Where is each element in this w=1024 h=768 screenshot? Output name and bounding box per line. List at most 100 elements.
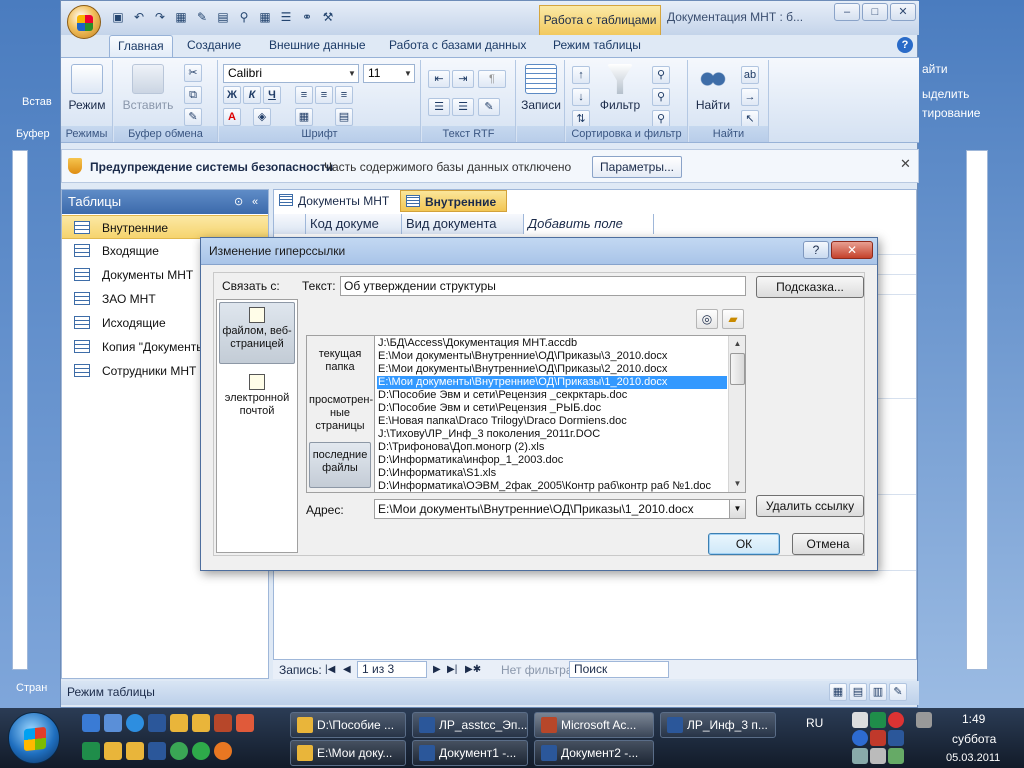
media-icon[interactable] <box>192 742 210 760</box>
list-item[interactable]: D:\Информатика\ОЭВМ_2фак_2005\Контр раб\… <box>377 480 727 492</box>
design-view-icon[interactable]: ✎ <box>889 683 907 701</box>
doc-tab-vnutrennie[interactable]: Внутренние <box>400 190 508 212</box>
italic-button[interactable]: К <box>243 86 261 104</box>
list-icon[interactable]: ☰ <box>277 8 295 26</box>
font-size-field[interactable]: 11 ▼ <box>363 64 415 83</box>
list-item[interactable]: E:\Мои документы\Внутренние\ОД\Приказы\2… <box>377 363 727 376</box>
tools-icon[interactable]: ⚒ <box>319 8 337 26</box>
tray-icon[interactable] <box>870 712 886 728</box>
maximize-button[interactable]: □ <box>862 3 888 21</box>
network-icon[interactable] <box>888 748 904 764</box>
bold-button[interactable]: Ж <box>223 86 241 104</box>
office-button[interactable] <box>67 5 101 39</box>
ok-button[interactable]: ОК <box>708 533 780 555</box>
chevron-down-icon[interactable]: ⊙ <box>234 190 243 214</box>
tray-icon[interactable] <box>852 730 868 746</box>
grid-icon[interactable]: ▦ <box>256 8 274 26</box>
sort-descending-icon[interactable]: ↓ <box>572 88 590 106</box>
tab-create[interactable]: Создание <box>179 35 249 57</box>
cut-icon[interactable]: ✂ <box>184 64 202 82</box>
list-item[interactable]: E:\Мои документы\Внутренние\ОД\Приказы\3… <box>377 350 727 363</box>
dialog-help-button[interactable]: ? <box>803 241 829 259</box>
replace-icon[interactable]: ab <box>741 66 759 84</box>
fill-color-icon[interactable]: ◈ <box>253 108 271 126</box>
tab-home[interactable]: Главная <box>109 35 173 57</box>
align-right-icon[interactable]: ≡ <box>335 86 353 104</box>
table-icon[interactable]: ▦ <box>172 8 190 26</box>
scroll-down-icon[interactable]: ▼ <box>730 476 745 491</box>
list-item-selected[interactable]: E:\Мои документы\Внутренние\ОД\Приказы\1… <box>377 376 727 389</box>
tray-icon[interactable] <box>870 730 886 746</box>
form-icon[interactable]: ▤ <box>214 8 232 26</box>
first-record-icon[interactable]: |◀ <box>325 660 335 680</box>
text-to-display-input[interactable]: Об утверждении структуры <box>340 276 746 296</box>
tab-external-data[interactable]: Внешние данные <box>261 35 374 57</box>
search-input[interactable]: Поиск <box>569 661 669 678</box>
taskbar-item[interactable]: ЛР_asstcc_Эп... <box>412 712 528 738</box>
tab-database-tools[interactable]: Работа с базами данных <box>381 35 534 57</box>
clock-date[interactable]: 05.03.2011 <box>946 752 1000 764</box>
start-button[interactable] <box>8 712 60 764</box>
paste-button[interactable]: Вставить <box>120 64 176 112</box>
language-indicator[interactable]: RU <box>806 716 823 730</box>
browse-web-icon[interactable]: ◎ <box>696 309 718 329</box>
word-icon[interactable] <box>148 714 166 732</box>
list-item[interactable]: D:\Пособие Эвм и сети\Рецензия _секрктар… <box>377 389 727 402</box>
numbering-icon[interactable]: ☰ <box>452 98 474 116</box>
folder-icon[interactable] <box>170 714 188 732</box>
format-painter-icon[interactable]: ✎ <box>184 108 202 126</box>
filter-status[interactable]: Нет фильтра <box>501 660 573 680</box>
tray-icon[interactable] <box>916 712 932 728</box>
tray-icon[interactable] <box>852 712 868 728</box>
clock-day[interactable]: суббота <box>952 732 996 746</box>
context-tab-tables[interactable]: Работа с таблицами <box>539 5 661 35</box>
navigation-pane-header[interactable]: Таблицы ⊙ « <box>62 190 268 214</box>
taskbar-item[interactable]: ЛР_Инф_3 п... <box>660 712 776 738</box>
paragraph-icon[interactable]: ¶ <box>478 70 506 88</box>
doc-tab-dokumenty-mnt[interactable]: Документы МНТ <box>274 190 399 212</box>
link-option-web-page[interactable]: файлом, веб-страницей <box>219 302 295 364</box>
options-button[interactable]: Параметры... <box>592 156 682 178</box>
pivot-chart-icon[interactable]: ▥ <box>869 683 887 701</box>
alternate-fill-icon[interactable]: ▤ <box>335 108 353 126</box>
word-icon[interactable] <box>148 742 166 760</box>
close-button[interactable]: ✕ <box>890 3 916 21</box>
dialog-close-button[interactable]: ✕ <box>831 241 873 259</box>
highlight-icon[interactable]: ✎ <box>478 98 500 116</box>
chat-icon[interactable] <box>170 742 188 760</box>
record-position-field[interactable]: 1 из 3 <box>357 661 427 678</box>
advanced-filter-icon[interactable]: ⚲ <box>652 88 670 106</box>
taskbar-item[interactable]: D:\Пособие ... <box>290 712 406 738</box>
link-icon[interactable]: ⚭ <box>298 8 316 26</box>
firefox-icon[interactable] <box>214 742 232 760</box>
access-icon[interactable] <box>214 714 232 732</box>
redo-icon[interactable]: ↷ <box>151 8 169 26</box>
remove-link-button[interactable]: Удалить ссылку <box>756 495 864 517</box>
go-to-icon[interactable]: → <box>741 88 759 106</box>
column-header[interactable]: Код докуме <box>306 214 402 234</box>
pin-icon[interactable]: ⚲ <box>235 8 253 26</box>
tray-icon[interactable] <box>852 748 868 764</box>
underline-button[interactable]: Ч <box>263 86 281 104</box>
increase-indent-icon[interactable]: ⇥ <box>452 70 474 88</box>
find-button[interactable]: Найти <box>691 64 735 112</box>
next-record-icon[interactable]: ▶ <box>433 660 441 680</box>
gridlines-icon[interactable]: ▦ <box>295 108 313 126</box>
list-item[interactable]: D:\Пособие Эвм и сети\Рецензия _РЫБ.doc <box>377 402 727 415</box>
font-color-icon[interactable]: A <box>223 108 241 126</box>
last-record-icon[interactable]: ▶| <box>447 660 457 680</box>
file-list-scrollbar[interactable]: ▲ ▼ <box>728 336 745 492</box>
pivot-table-icon[interactable]: ▤ <box>849 683 867 701</box>
add-field-header[interactable]: Добавить поле <box>524 214 654 234</box>
volume-icon[interactable] <box>870 748 886 764</box>
list-item[interactable]: E:\Новая папка\Draco Trilogy\Draco Dormi… <box>377 415 727 428</box>
help-icon[interactable]: ? <box>897 37 913 53</box>
list-item[interactable]: D:\Трифонова\Доп.моногр (2).xls <box>377 441 727 454</box>
scroll-up-icon[interactable]: ▲ <box>730 336 745 351</box>
browse-file-icon[interactable]: ▰ <box>722 309 744 329</box>
cancel-button[interactable]: Отмена <box>792 533 864 555</box>
records-button[interactable]: Записи <box>519 64 563 112</box>
decrease-indent-icon[interactable]: ⇤ <box>428 70 450 88</box>
close-icon[interactable]: ✕ <box>900 156 911 172</box>
folder-icon[interactable] <box>192 714 210 732</box>
